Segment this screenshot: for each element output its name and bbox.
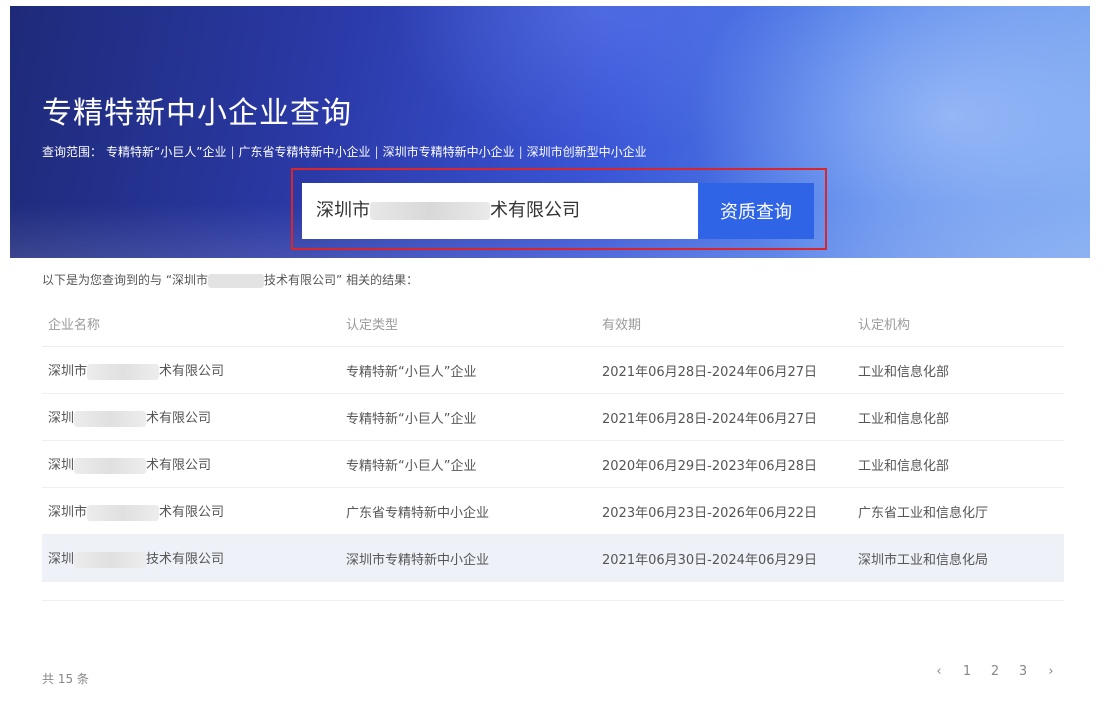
cell-company-name: 深圳 术有限公司 bbox=[42, 440, 340, 488]
name-suffix: 术有限公司 bbox=[159, 364, 225, 380]
cell-company-name: 深圳市 术有限公司 bbox=[42, 487, 340, 535]
cell-company-name: 深圳 术有限公司 bbox=[42, 393, 340, 441]
page-title: 专精特新中小企业查询 bbox=[42, 96, 352, 131]
header-cert-agency: 认定机构 bbox=[852, 300, 1064, 347]
cell-valid-period: 2023年06月23日-2026年06月22日 bbox=[596, 487, 852, 535]
name-suffix: 术有限公司 bbox=[159, 505, 225, 521]
scope-item: 深圳市专精特新中小企业 bbox=[382, 145, 515, 159]
table-divider bbox=[42, 600, 1064, 601]
name-suffix: 术有限公司 bbox=[146, 458, 212, 474]
scope-item: 广东省专精特新中小企业 bbox=[238, 145, 371, 159]
header-cert-type: 认定类型 bbox=[340, 300, 596, 347]
search-value-prefix: 深圳市 bbox=[316, 200, 370, 221]
redacted-text bbox=[87, 504, 160, 521]
table-row[interactable]: 深圳市 术有限公司 专精特新“小巨人”企业 2021年06月28日-2024年06… bbox=[42, 346, 1064, 394]
banner-glow-secondary bbox=[390, 6, 810, 156]
result-summary: 以下是为您查询到的与 “深圳市 技术有限公司” 相关的结果： bbox=[42, 271, 418, 288]
name-prefix: 深圳 bbox=[48, 411, 75, 427]
company-search-input[interactable]: 深圳市 术有限公司 bbox=[302, 183, 698, 239]
scope-item: 深圳市创新型中小企业 bbox=[526, 145, 647, 159]
name-prefix: 深圳市 bbox=[48, 364, 88, 380]
scope-divider: | bbox=[230, 145, 235, 159]
header-valid-period: 有效期 bbox=[596, 300, 852, 347]
cell-cert-type: 专精特新“小巨人”企业 bbox=[340, 346, 596, 394]
redacted-text bbox=[74, 457, 147, 474]
cell-cert-type: 专精特新“小巨人”企业 bbox=[340, 440, 596, 488]
table-row[interactable]: 深圳 术有限公司 专精特新“小巨人”企业 2021年06月28日-2024年06月… bbox=[42, 393, 1064, 441]
cell-cert-agency: 工业和信息化部 bbox=[852, 393, 1064, 441]
query-scope: 查询范围： 专精特新“小巨人”企业 | 广东省专精特新中小企业 | 深圳市专精特新中小企业… bbox=[42, 143, 647, 160]
name-suffix: 技术有限公司 bbox=[146, 552, 225, 568]
name-prefix: 深圳 bbox=[48, 458, 75, 474]
page-number[interactable]: 1 bbox=[953, 664, 981, 679]
scope-divider: | bbox=[374, 145, 379, 159]
next-page-icon[interactable]: › bbox=[1037, 664, 1065, 679]
qualification-search-button[interactable]: 资质查询 bbox=[698, 183, 814, 239]
table-row[interactable]: 深圳市 术有限公司 广东省专精特新中小企业 2023年06月23日-2026年06… bbox=[42, 487, 1064, 535]
cell-cert-agency: 工业和信息化部 bbox=[852, 346, 1064, 394]
search-value-suffix: 术有限公司 bbox=[490, 200, 580, 221]
redacted-text bbox=[87, 363, 160, 380]
result-summary-prefix: 以下是为您查询到的与 “深圳市 bbox=[42, 273, 209, 287]
cell-company-name: 深圳 技术有限公司 bbox=[42, 534, 340, 582]
scope-divider: | bbox=[518, 145, 523, 159]
table-row[interactable]: 深圳 技术有限公司 深圳市专精特新中小企业 2021年06月30日-2024年06… bbox=[42, 534, 1064, 582]
prev-page-icon[interactable]: ‹ bbox=[925, 664, 953, 679]
cell-cert-agency: 工业和信息化部 bbox=[852, 440, 1064, 488]
cell-valid-period: 2021年06月28日-2024年06月27日 bbox=[596, 346, 852, 394]
cell-cert-type: 专精特新“小巨人”企业 bbox=[340, 393, 596, 441]
scope-label: 查询范围： bbox=[42, 145, 103, 159]
cell-cert-agency: 深圳市工业和信息化局 bbox=[852, 534, 1064, 582]
cell-valid-period: 2021年06月30日-2024年06月29日 bbox=[596, 534, 852, 582]
header-company-name: 企业名称 bbox=[42, 300, 340, 347]
table-header-row: 企业名称 认定类型 有效期 认定机构 bbox=[42, 300, 1064, 347]
result-summary-suffix: 技术有限公司” 相关的结果： bbox=[264, 273, 419, 287]
name-suffix: 术有限公司 bbox=[146, 411, 212, 427]
pagination: ‹ 1 2 3 › bbox=[925, 664, 1065, 679]
redacted-text bbox=[370, 202, 490, 220]
page-number[interactable]: 2 bbox=[981, 664, 1009, 679]
name-prefix: 深圳市 bbox=[48, 505, 88, 521]
results-table: 企业名称 认定类型 有效期 认定机构 深圳市 术有限公司 专精特新“小巨人”企业 … bbox=[42, 300, 1064, 582]
scope-item: 专精特新“小巨人”企业 bbox=[106, 145, 227, 159]
redacted-text bbox=[74, 410, 147, 427]
redacted-text bbox=[208, 273, 265, 288]
cell-valid-period: 2021年06月28日-2024年06月27日 bbox=[596, 393, 852, 441]
page-number[interactable]: 3 bbox=[1009, 664, 1037, 679]
cell-cert-agency: 广东省工业和信息化厅 bbox=[852, 487, 1064, 535]
cell-cert-type: 广东省专精特新中小企业 bbox=[340, 487, 596, 535]
total-count: 共 15 条 bbox=[42, 672, 89, 686]
name-prefix: 深圳 bbox=[48, 552, 75, 568]
cell-company-name: 深圳市 术有限公司 bbox=[42, 346, 340, 394]
table-row[interactable]: 深圳 术有限公司 专精特新“小巨人”企业 2020年06月29日-2023年06月… bbox=[42, 440, 1064, 488]
redacted-text bbox=[74, 551, 147, 568]
cell-valid-period: 2020年06月29日-2023年06月28日 bbox=[596, 440, 852, 488]
cell-cert-type: 深圳市专精特新中小企业 bbox=[340, 534, 596, 582]
